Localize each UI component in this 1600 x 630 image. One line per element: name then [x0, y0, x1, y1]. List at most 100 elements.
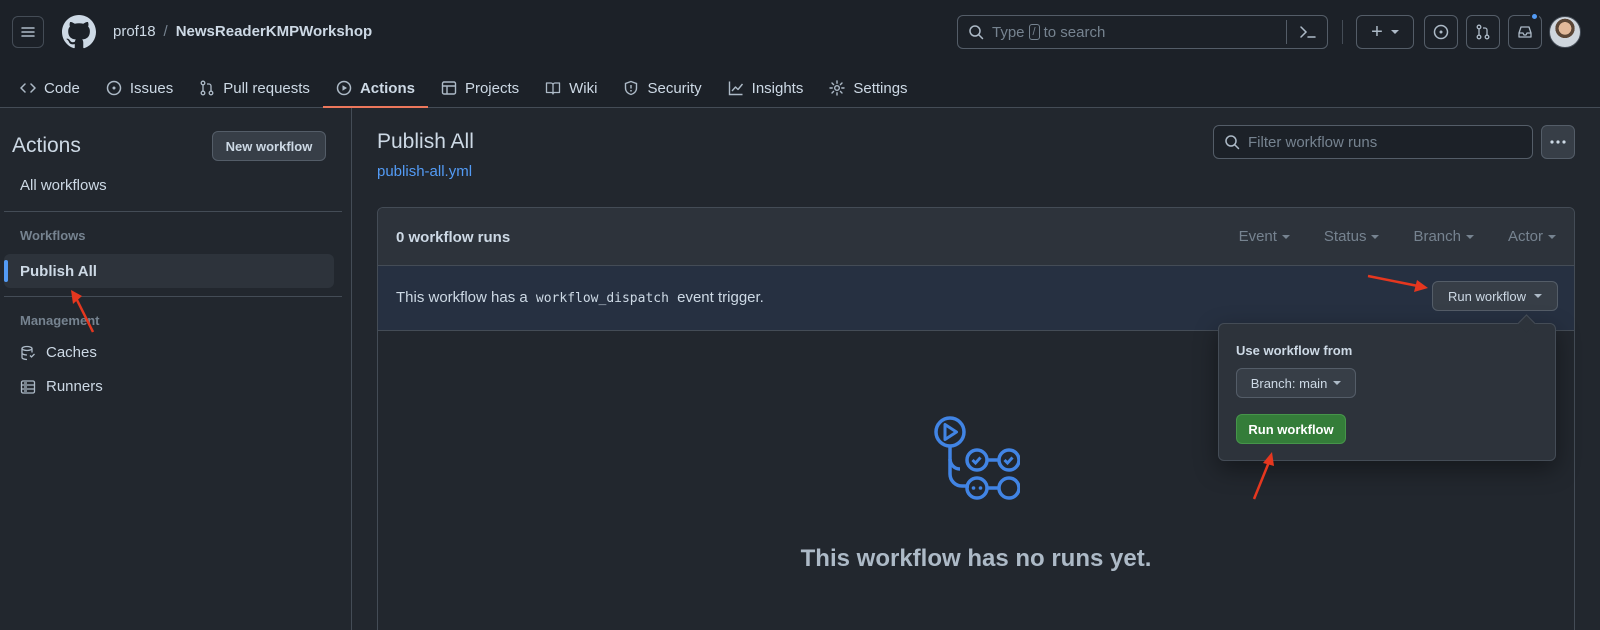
- tab-label: Projects: [464, 79, 520, 97]
- chevron-down-icon: [1333, 381, 1342, 385]
- chevron-down-icon: [1390, 30, 1399, 34]
- graph-icon: [728, 81, 743, 96]
- tab-label: Security: [647, 79, 702, 97]
- search-shortcut-key: /: [1028, 24, 1040, 40]
- issue-icon: [106, 80, 122, 96]
- pull-request-icon: [1476, 24, 1490, 40]
- runs-count: 0 workflow runs: [396, 229, 511, 246]
- annotation-arrow-sidebar: [71, 290, 95, 333]
- tab-actions[interactable]: Actions: [322, 68, 428, 108]
- search-prefix: Type: [992, 23, 1025, 41]
- search-icon: [1225, 135, 1240, 150]
- play-icon: [336, 80, 352, 96]
- dispatch-prefix: This workflow has a: [396, 289, 528, 306]
- database-icon: [21, 345, 35, 360]
- confirm-run-workflow-button[interactable]: Run workflow: [1236, 414, 1346, 444]
- runs-header: 0 workflow runs Event Status Branch Acto…: [378, 208, 1574, 266]
- sidebar-title: Actions: [12, 134, 81, 157]
- pull-requests-button[interactable]: [1466, 15, 1500, 49]
- actions-sidebar: Actions New workflow All workflows Workf…: [0, 108, 352, 630]
- tab-issues[interactable]: Issues: [93, 68, 186, 108]
- github-logo-icon[interactable]: [62, 15, 96, 49]
- tab-security[interactable]: Security: [610, 68, 714, 108]
- annotation-arrow-run-button: [1367, 274, 1428, 292]
- tab-label: Wiki: [569, 79, 598, 97]
- owner-link[interactable]: prof18: [113, 23, 156, 40]
- inbox-icon: [1518, 26, 1532, 38]
- search-input[interactable]: Type / to search: [957, 15, 1328, 49]
- pull-request-icon: [200, 80, 214, 96]
- dispatch-message: This workflow has a workflow_dispatch ev…: [396, 289, 764, 306]
- plus-icon: +: [1371, 21, 1383, 43]
- tab-label: Code: [44, 79, 80, 97]
- tab-projects[interactable]: Projects: [428, 68, 532, 108]
- run-workflow-label: Run workflow: [1447, 288, 1527, 304]
- hamburger-icon: [21, 27, 35, 37]
- sidebar-item-all-workflows[interactable]: All workflows: [20, 177, 107, 194]
- workflows-heading: Workflows: [20, 228, 86, 243]
- kebab-horizontal-icon: [1550, 140, 1566, 144]
- header-divider: [1342, 20, 1343, 44]
- sidebar-item-publish-all[interactable]: Publish All: [4, 254, 334, 288]
- sidebar-item-caches[interactable]: Caches: [20, 344, 97, 361]
- workflow-file-link[interactable]: publish-all.yml: [377, 163, 472, 180]
- filter-branch[interactable]: Branch: [1413, 228, 1474, 245]
- branch-select-button[interactable]: Branch: main: [1236, 368, 1356, 398]
- branch-label: Branch: main: [1250, 375, 1328, 391]
- filter-placeholder: Filter workflow runs: [1248, 133, 1378, 151]
- chevron-down-icon: [1534, 294, 1543, 298]
- tab-label: Actions: [359, 79, 415, 97]
- sidebar-divider: [4, 296, 342, 297]
- tab-wiki[interactable]: Wiki: [532, 68, 610, 108]
- more-options-button[interactable]: [1541, 125, 1575, 159]
- gear-icon: [829, 80, 846, 96]
- sidebar-item-label: Caches: [46, 344, 97, 361]
- search-suffix: to search: [1043, 23, 1106, 41]
- workflow-empty-icon: [934, 416, 1020, 500]
- avatar[interactable]: [1549, 16, 1581, 48]
- sidebar-item-runners[interactable]: Runners: [20, 378, 103, 395]
- tab-label: Issues: [129, 79, 174, 97]
- run-filters: Event Status Branch Actor: [1239, 228, 1556, 245]
- notification-dot: [1530, 12, 1539, 21]
- repo-link[interactable]: NewsReaderKMPWorkshop: [176, 23, 372, 40]
- book-icon: [545, 82, 561, 95]
- sidebar-item-label: Runners: [46, 378, 103, 395]
- shield-icon: [625, 80, 638, 96]
- filter-event[interactable]: Event: [1239, 228, 1290, 245]
- run-workflow-button[interactable]: Run workflow: [1432, 281, 1558, 311]
- menu-button[interactable]: [12, 16, 44, 48]
- server-icon: [20, 379, 36, 394]
- filter-actor[interactable]: Actor: [1508, 228, 1556, 245]
- tab-insights[interactable]: Insights: [715, 68, 817, 108]
- annotation-arrow-run-workflow: [1252, 452, 1274, 500]
- repo-tabs: Code Issues Pull requests Actions Projec…: [20, 68, 921, 108]
- issues-button[interactable]: [1424, 15, 1458, 49]
- breadcrumb-separator: /: [163, 23, 168, 40]
- tab-label: Insights: [751, 79, 804, 97]
- top-header: prof18 / NewsReaderKMPWorkshop Type / to…: [0, 0, 1600, 108]
- search-icon: [969, 25, 984, 40]
- breadcrumb: prof18 / NewsReaderKMPWorkshop: [113, 23, 372, 40]
- sidebar-item-label: Publish All: [20, 263, 97, 280]
- code-icon: [20, 83, 36, 93]
- tab-code[interactable]: Code: [20, 68, 93, 108]
- tab-label: Pull requests: [223, 79, 310, 97]
- filter-status[interactable]: Status: [1324, 228, 1380, 245]
- dispatch-code: workflow_dispatch: [535, 291, 669, 306]
- dispatch-suffix: event trigger.: [677, 289, 764, 306]
- sidebar-divider: [4, 211, 342, 212]
- tab-pull-requests[interactable]: Pull requests: [186, 68, 323, 108]
- tab-label: Settings: [853, 79, 908, 97]
- run-workflow-dropdown: Use workflow from Branch: main Run workf…: [1218, 323, 1556, 461]
- search-divider: [1286, 20, 1287, 44]
- create-new-button[interactable]: +: [1356, 15, 1414, 49]
- command-palette-icon[interactable]: [1299, 24, 1317, 40]
- empty-state-message: This workflow has no runs yet.: [800, 545, 1152, 572]
- filter-runs-input[interactable]: Filter workflow runs: [1213, 125, 1533, 159]
- use-workflow-from-label: Use workflow from: [1236, 343, 1353, 358]
- page-title: Publish All: [377, 130, 474, 153]
- tab-settings[interactable]: Settings: [816, 68, 920, 108]
- table-icon: [441, 81, 457, 95]
- new-workflow-button[interactable]: New workflow: [212, 131, 326, 161]
